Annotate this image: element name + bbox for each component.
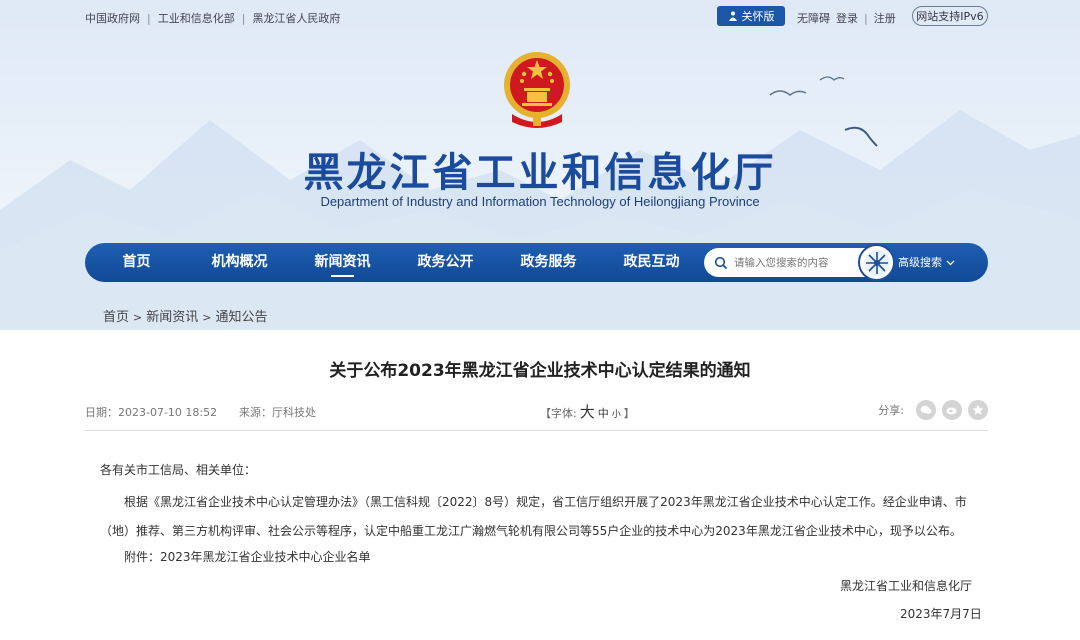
user-links: 无障碍 登录 | 注册	[797, 10, 896, 26]
link-gov-cn[interactable]: 中国政府网	[85, 10, 140, 26]
nav-home[interactable]: 首页	[85, 243, 188, 282]
font-size-medium[interactable]: 中	[598, 405, 609, 421]
share-bar: 分享:	[878, 400, 988, 420]
search-icon	[714, 256, 728, 269]
weibo-share-icon[interactable]	[942, 400, 962, 420]
chevron-down-icon	[946, 260, 955, 265]
site-title: 黑龙江省工业和信息化厅	[303, 149, 777, 196]
wechat-share-icon[interactable]	[916, 400, 936, 420]
article-title: 关于公布2023年黑龙江省企业技术中心认定结果的通知	[329, 361, 751, 381]
link-miit[interactable]: 工业和信息化部	[158, 10, 235, 26]
breadcrumb-home[interactable]: 首页	[103, 310, 129, 325]
top-links: 中国政府网 | 工业和信息化部 | 黑龙江省人民政府	[85, 10, 340, 26]
share-label: 分享:	[878, 404, 904, 417]
login-link[interactable]: 登录	[836, 10, 858, 26]
publish-date: 日期：2023-07-10 18:52	[85, 406, 218, 419]
breadcrumb-notices[interactable]: 通知公告	[215, 310, 267, 325]
care-version-button[interactable]: 关怀版	[717, 6, 785, 26]
nav-interaction[interactable]: 政民互动	[600, 243, 703, 282]
favorite-share-icon[interactable]	[968, 400, 988, 420]
nav-services[interactable]: 政务服务	[497, 243, 600, 282]
separator: |	[147, 11, 151, 25]
care-label: 关怀版	[741, 10, 775, 23]
accessibility-link[interactable]: 无障碍	[797, 10, 830, 26]
advanced-search-link[interactable]: 高级搜索	[898, 243, 955, 282]
breadcrumb: 首页 > 新闻资讯 > 通知公告	[103, 310, 268, 325]
national-emblem-icon	[504, 52, 570, 128]
search-button[interactable]	[858, 244, 895, 281]
divider	[85, 430, 988, 431]
font-size-control: 【字体: 大 中 小 】	[540, 401, 635, 422]
breadcrumb-news[interactable]: 新闻资讯	[146, 310, 198, 325]
separator: |	[864, 11, 868, 25]
search-box	[704, 248, 878, 277]
font-size-small[interactable]: 小	[612, 407, 621, 420]
nav-news[interactable]: 新闻资讯	[291, 243, 394, 282]
signature-org: 黑龙江省工业和信息化厅	[840, 579, 973, 593]
font-size-open: 【字体:	[540, 407, 577, 420]
separator: |	[241, 11, 246, 25]
nav-about[interactable]: 机构概况	[188, 243, 291, 282]
main-nav: 首页 机构概况 新闻资讯 政务公开 政务服务 政民互动 高级搜索	[85, 243, 988, 282]
person-icon	[728, 11, 737, 21]
ipv6-badge: 网站支持IPv6	[912, 6, 988, 26]
article-meta: 日期：2023-07-10 18:52 来源：厅科技处 【字体: 大 中 小 】…	[85, 400, 988, 430]
signature-date: 2023年7月7日	[900, 607, 982, 621]
body-paragraph: 根据《黑龙江省企业技术中心认定管理办法》（黑工信科规〔2022〕8号）规定，省工…	[100, 495, 967, 538]
site-subtitle: Department of Industry and Information T…	[320, 194, 760, 209]
advanced-search-label: 高级搜索	[898, 256, 942, 269]
nav-gov-info[interactable]: 政务公开	[394, 243, 497, 282]
font-size-large[interactable]: 大	[580, 401, 595, 422]
register-link[interactable]: 注册	[874, 10, 896, 26]
top-bar: 中国政府网 | 工业和信息化部 | 黑龙江省人民政府 关怀版 无障碍 登录 | …	[85, 6, 988, 29]
attachment-link[interactable]: 附件：2023年黑龙江省企业技术中心企业名单	[124, 548, 371, 565]
snowflake-icon	[863, 249, 890, 276]
article-source: 来源：厅科技处	[239, 406, 316, 419]
salutation: 各有关市工信局、相关单位：	[100, 463, 257, 477]
link-hlj-gov[interactable]: 黑龙江省人民政府	[252, 10, 340, 26]
font-size-close: 】	[623, 407, 635, 420]
search-input[interactable]	[734, 256, 864, 269]
